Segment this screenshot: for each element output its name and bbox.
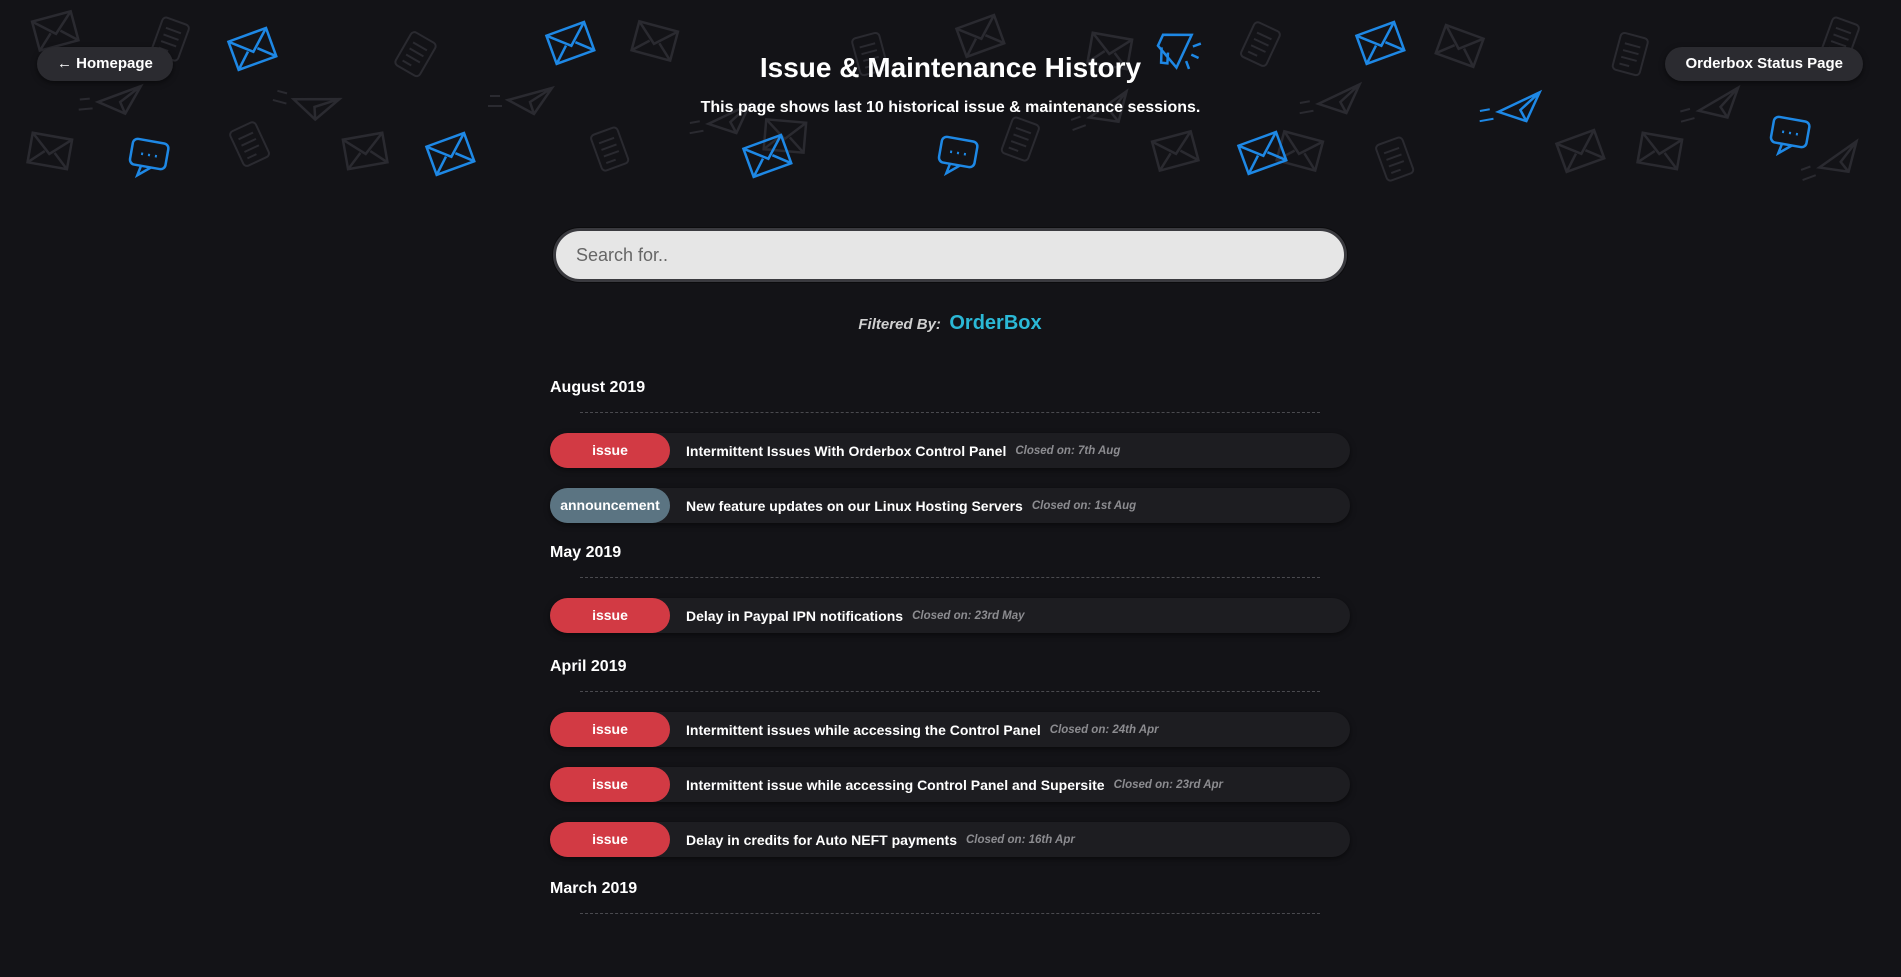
month-heading: April 2019 xyxy=(550,658,627,675)
page-title: Issue & Maintenance History xyxy=(759,52,1142,83)
month-group: May 2019 issue Delay in Paypal IPN notif… xyxy=(550,543,1350,633)
month-divider xyxy=(580,412,1320,413)
type-badge: issue xyxy=(550,712,670,747)
month-heading: August 2019 xyxy=(550,379,646,396)
month-group: March 2019 xyxy=(550,879,1350,914)
filter-indicator: Filtered By: OrderBox xyxy=(550,312,1350,338)
row-title[interactable]: Intermittent issue while accessing Contr… xyxy=(686,777,1105,793)
month-group: April 2019 issue Intermittent issues whi… xyxy=(550,657,1350,857)
type-badge: issue xyxy=(550,433,670,468)
type-badge: issue xyxy=(550,767,670,802)
row-title[interactable]: Intermittent issues while accessing the … xyxy=(686,722,1041,738)
row-closed-date: Closed on: 24th Apr xyxy=(1049,723,1159,736)
page-header: ← Homepage Orderbox Status Page Issue & … xyxy=(0,0,1901,200)
month-divider xyxy=(580,913,1320,914)
filter-value-link[interactable]: OrderBox xyxy=(949,312,1041,334)
history-row[interactable]: issue Intermittent issues while accessin… xyxy=(550,712,1350,747)
search-input[interactable] xyxy=(556,231,1344,279)
row-closed-date: Closed on: 1st Aug xyxy=(1031,499,1137,512)
type-badge: issue xyxy=(550,598,670,633)
history-row[interactable]: issue Delay in Paypal IPN notifications … xyxy=(550,598,1350,633)
row-closed-date: Closed on: 23rd Apr xyxy=(1113,778,1224,791)
row-closed-date: Closed on: 7th Aug xyxy=(1015,444,1121,457)
type-badge: announcement xyxy=(550,488,670,523)
month-heading: May 2019 xyxy=(550,544,622,561)
history-row[interactable]: issue Intermittent issue while accessing… xyxy=(550,767,1350,802)
month-divider xyxy=(580,691,1320,692)
history-list: August 2019 issue Intermittent Issues Wi… xyxy=(550,378,1350,914)
filter-label: Filtered By: xyxy=(858,316,941,333)
main-content: Filtered By: OrderBox August 2019 issue … xyxy=(550,228,1350,934)
type-badge: issue xyxy=(550,822,670,857)
history-row[interactable]: issue Intermittent Issues With Orderbox … xyxy=(550,433,1350,468)
search-box xyxy=(553,228,1347,282)
history-row[interactable]: announcement New feature updates on our … xyxy=(550,488,1350,523)
page-subtitle: This page shows last 10 historical issue… xyxy=(700,99,1201,116)
row-title[interactable]: Delay in credits for Auto NEFT payments xyxy=(686,832,957,848)
history-row[interactable]: issue Delay in credits for Auto NEFT pay… xyxy=(550,822,1350,857)
month-divider xyxy=(580,577,1320,578)
row-title[interactable]: New feature updates on our Linux Hosting… xyxy=(686,498,1023,514)
row-title[interactable]: Intermittent Issues With Orderbox Contro… xyxy=(686,443,1006,459)
row-closed-date: Closed on: 23rd May xyxy=(912,609,1025,622)
month-group: August 2019 issue Intermittent Issues Wi… xyxy=(550,378,1350,523)
month-heading: March 2019 xyxy=(550,880,638,897)
row-title[interactable]: Delay in Paypal IPN notifications xyxy=(686,608,903,624)
history-page: ← Homepage Orderbox Status Page Issue & … xyxy=(0,0,1901,977)
row-closed-date: Closed on: 16th Apr xyxy=(965,833,1075,846)
